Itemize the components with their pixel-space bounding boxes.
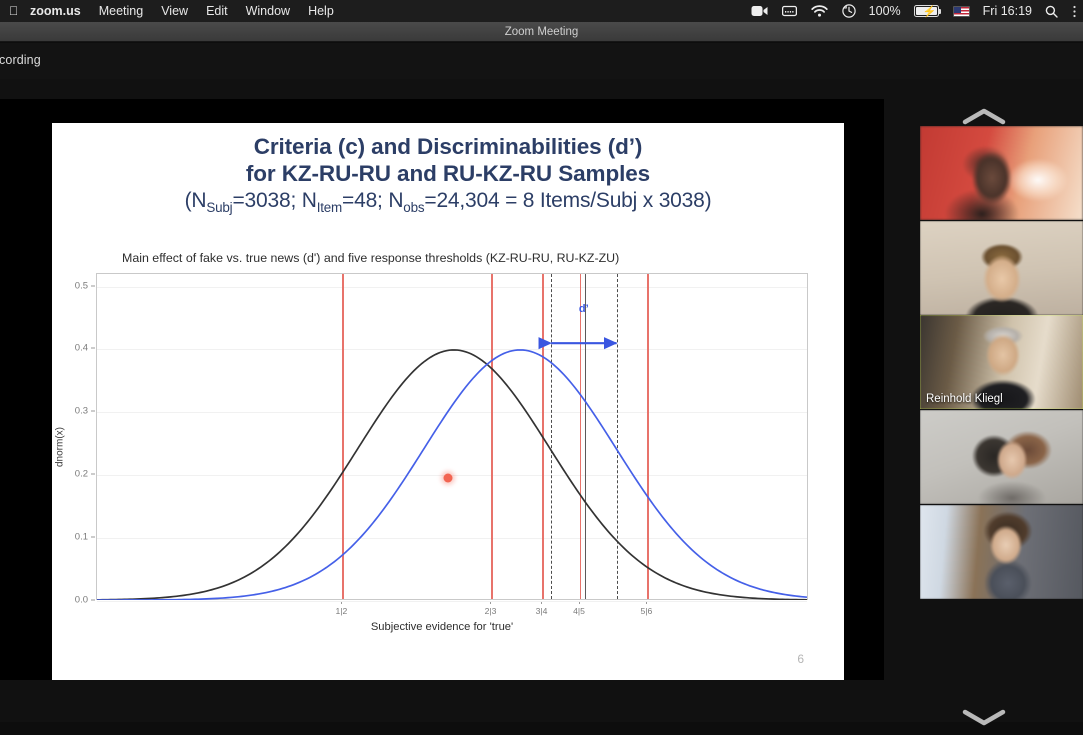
y-tick-label: 0.0 — [74, 594, 88, 606]
video-tile[interactable] — [920, 126, 1083, 220]
x-tick-label: 1|2 — [335, 606, 348, 616]
video-tile-active-speaker[interactable]: Reinhold Kliegl — [920, 315, 1083, 409]
zoom-window-titlebar: Zoom Meeting — [0, 22, 1083, 42]
y-tick-label: 0.2 — [74, 468, 88, 480]
chart-subtitle: Main effect of fake vs. true news (d') a… — [122, 251, 620, 265]
gridline — [97, 601, 807, 602]
curve-fake-news — [97, 349, 807, 601]
video-tile[interactable] — [920, 505, 1083, 599]
slide-title-line1: Criteria (c) and Discriminabilities (d’) — [253, 134, 643, 159]
menu-edit[interactable]: Edit — [197, 0, 237, 22]
menu-view[interactable]: View — [152, 0, 197, 22]
y-tick-mark — [91, 410, 95, 412]
y-axis-label: dnorm(x) — [54, 426, 66, 468]
recording-label: ecording — [0, 53, 41, 67]
x-tick-label: 2|3 — [484, 606, 497, 616]
menu-help[interactable]: Help — [299, 0, 343, 22]
chart-plot-area: d’ — [96, 273, 808, 602]
y-tick-mark — [91, 473, 95, 475]
menubar-clock[interactable]: Fri 16:19 — [977, 4, 1038, 18]
slide-title-line3: (NSubj=3038; NItem=48; Nobs=24,304 = 8 I… — [184, 188, 712, 216]
screen-icon[interactable] — [775, 0, 804, 22]
chart: Main effect of fake vs. true news (d') a… — [55, 251, 818, 643]
participant-filmstrip: Reinhold Kliegl — [884, 79, 1083, 726]
x-tick-label: 4|5 — [573, 606, 585, 616]
y-tick-mark — [91, 599, 95, 601]
recording-bar: ecording — [0, 43, 1083, 79]
x-tick-label: 3|4 — [535, 606, 548, 616]
participant-name: Reinhold Kliegl — [926, 393, 1003, 405]
video-feed — [920, 126, 1083, 220]
distribution-curves — [97, 349, 807, 601]
slide-title-line2: for KZ-RU-RU and RU-KZ-RU Samples — [245, 161, 651, 187]
slide-number: 6 — [797, 652, 804, 666]
screen-share-area: Criteria (c) and Discriminabilities (d’)… — [0, 99, 884, 680]
x-tick-label: 5|6 — [640, 606, 653, 616]
y-tick-label: 0.1 — [74, 531, 88, 543]
us-flag-icon[interactable] — [946, 0, 977, 22]
y-tick-label: 0.4 — [74, 342, 88, 354]
d-prime-label: d’ — [578, 303, 589, 316]
menu-window[interactable]: Window — [237, 0, 299, 22]
y-tick-mark — [91, 536, 95, 538]
meeting-stage: Criteria (c) and Discriminabilities (d’)… — [0, 79, 1083, 726]
macos-menu-bar:  zoom.us Meeting View Edit Window Help … — [0, 0, 1083, 22]
presentation-slide: Criteria (c) and Discriminabilities (d’)… — [52, 123, 844, 680]
video-feed — [920, 505, 1083, 599]
menu-zoom-us[interactable]: zoom.us — [18, 0, 90, 22]
x-axis-label: Subjective evidence for 'true' — [370, 621, 514, 633]
y-tick-label: 0.3 — [74, 405, 88, 417]
control-center-icon[interactable] — [1065, 0, 1079, 22]
search-icon[interactable] — [1038, 0, 1065, 22]
video-tile[interactable] — [920, 410, 1083, 504]
battery-percent: 100% — [868, 4, 901, 18]
video-tile[interactable] — [920, 221, 1083, 315]
video-feed — [920, 410, 1083, 504]
chevron-down-icon[interactable] — [884, 699, 1083, 735]
menu-meeting[interactable]: Meeting — [90, 0, 152, 22]
slide-title: Criteria (c) and Discriminabilities (d’)… — [52, 133, 844, 216]
cursor-dot — [443, 473, 453, 483]
wifi-icon[interactable] — [804, 0, 835, 22]
y-tick-mark — [91, 347, 95, 349]
battery-icon[interactable]: ⚡ — [907, 0, 946, 22]
y-tick-label: 0.5 — [74, 280, 88, 292]
video-camera-icon[interactable] — [744, 0, 775, 22]
y-tick-mark — [91, 285, 95, 287]
apple-menu-icon[interactable]:  — [0, 0, 18, 22]
video-feed — [920, 221, 1083, 315]
time-machine-icon[interactable] — [835, 0, 863, 22]
window-title: Zoom Meeting — [504, 25, 579, 38]
